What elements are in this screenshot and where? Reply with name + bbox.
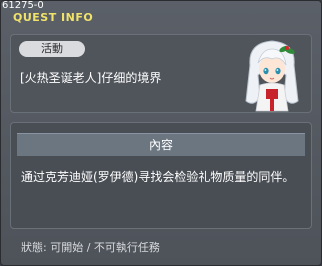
window-title: QUEST INFO <box>13 11 94 24</box>
content-header: 內容 <box>17 133 305 156</box>
activity-badge: 活動 <box>19 41 85 57</box>
quest-summary-panel: 活動 [火热圣诞老人]仔细的境界 <box>10 34 312 113</box>
quest-info-window: 61275-0 QUEST INFO 活動 [火热圣诞老人]仔细的境界 內容 通… <box>0 0 322 266</box>
quest-name: [火热圣诞老人]仔细的境界 <box>20 71 162 85</box>
quest-content-panel: 內容 通过克芳迪娅(罗伊德)寻找会检验礼物质量的同伴。 <box>10 122 312 229</box>
content-text: 通过克芳迪娅(罗伊德)寻找会检验礼物质量的同伴。 <box>21 170 295 184</box>
quest-status: 狀態: 可開始 / 不可執行任務 <box>21 241 160 254</box>
quest-id: 61275-0 <box>2 0 44 11</box>
npc-portrait-icon <box>232 35 312 113</box>
